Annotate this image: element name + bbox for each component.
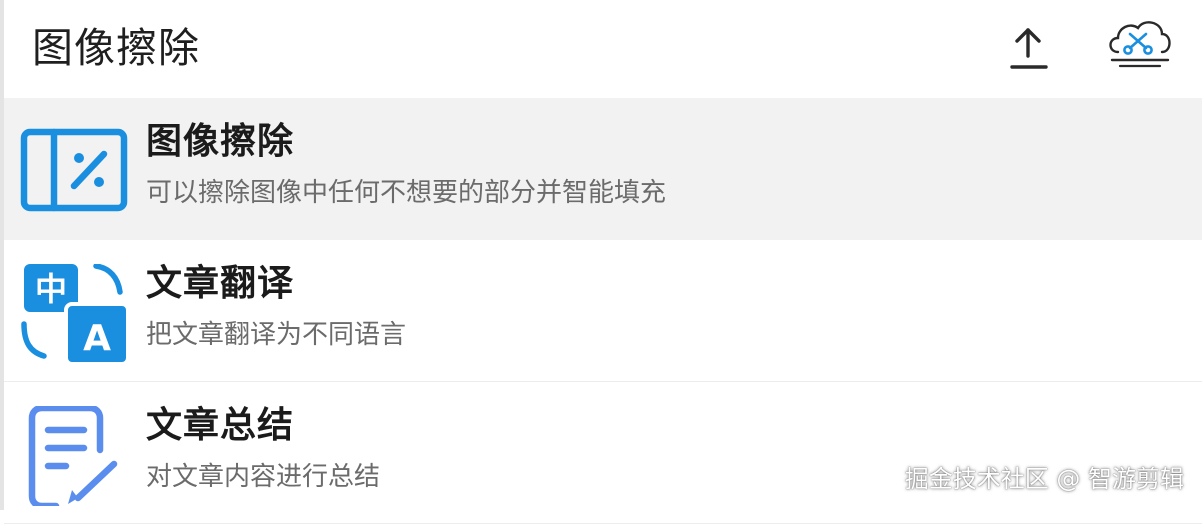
tool-item-article-summary[interactable]: 文章总结 对文章内容进行总结: [4, 382, 1202, 524]
tool-menu-panel: 图像擦除 图像擦除 可以擦除图像中任何不想要的部分并智能填充 中 A 文章翻译 …: [4, 0, 1202, 524]
item-description: 对文章内容进行总结: [146, 462, 381, 492]
cloud-scissors-icon: [1109, 21, 1171, 68]
watermark: 掘金技术社区 @ 智游剪辑: [904, 465, 1184, 493]
cloud-scissors-button[interactable]: [1104, 16, 1176, 72]
upload-button[interactable]: [1000, 22, 1058, 74]
document-edit-icon: [18, 404, 130, 510]
item-title: 文章总结: [146, 405, 295, 446]
upload-icon: [1010, 28, 1048, 69]
item-description: 把文章翻译为不同语言: [146, 320, 407, 350]
image-erase-icon: [18, 122, 130, 222]
tool-item-article-translate[interactable]: 中 A 文章翻译 把文章翻译为不同语言: [4, 240, 1202, 382]
tool-item-image-erase[interactable]: 图像擦除 可以擦除图像中任何不想要的部分并智能填充: [4, 98, 1202, 240]
page-title: 图像擦除: [32, 24, 200, 72]
translate-icon-cn: 中: [35, 270, 67, 308]
item-title: 文章翻译: [146, 263, 295, 304]
item-title: 图像擦除: [146, 121, 295, 162]
translate-icon: 中 A: [18, 263, 130, 366]
translate-icon-en: A: [83, 318, 111, 359]
tool-list: 图像擦除 可以擦除图像中任何不想要的部分并智能填充 中 A 文章翻译 把文章翻译…: [4, 98, 1202, 524]
item-description: 可以擦除图像中任何不想要的部分并智能填充: [146, 178, 667, 208]
panel-header: 图像擦除: [4, 0, 1202, 98]
